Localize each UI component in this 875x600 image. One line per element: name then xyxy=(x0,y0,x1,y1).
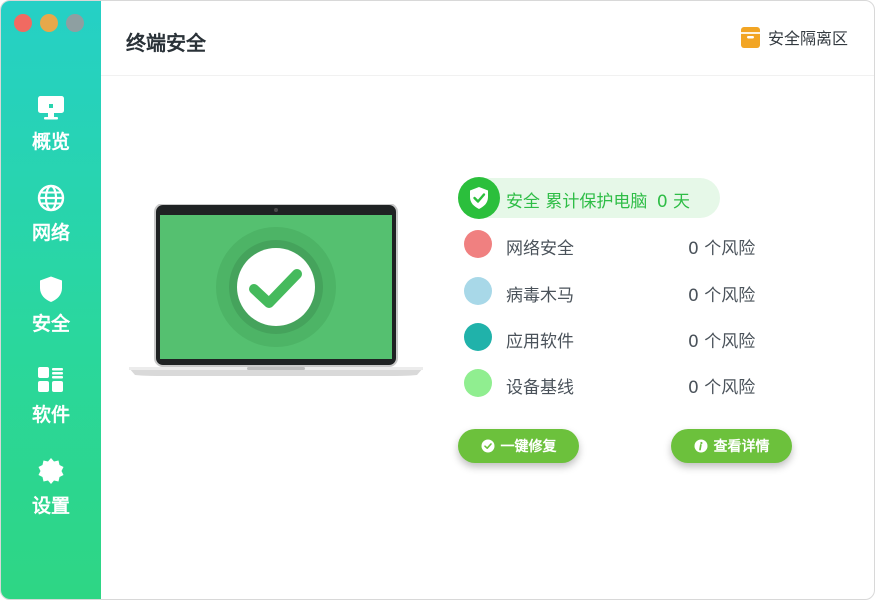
shield-check-icon xyxy=(470,187,488,209)
sidebar-item-label: 概览 xyxy=(31,131,70,153)
status-badge xyxy=(458,177,500,219)
view-details-label: 查看详情 xyxy=(713,439,770,455)
risk-count: 0 个风险 xyxy=(688,286,756,306)
sidebar: 概览 网络 安全 软件 设置 xyxy=(1,1,101,599)
one-click-fix-button[interactable]: 一键修复 xyxy=(458,429,579,463)
sidebar-item-label: 网络 xyxy=(31,222,70,244)
risk-label: 病毒木马 xyxy=(506,286,574,306)
window-controls xyxy=(14,14,84,32)
risk-item-software: 应用软件 0 个风险 xyxy=(464,323,784,353)
status-days: 0 天 xyxy=(656,192,691,212)
risk-label: 网络安全 xyxy=(506,239,574,259)
laptop-illustration xyxy=(129,204,423,376)
monitor-icon xyxy=(38,96,64,120)
risk-dot xyxy=(464,230,492,258)
gear-icon xyxy=(38,458,64,484)
risk-count: 0 个风险 xyxy=(688,239,756,259)
risk-dot xyxy=(464,323,492,351)
one-click-fix-label: 一键修复 xyxy=(500,439,557,455)
box-icon xyxy=(740,26,760,48)
protection-status: 安全 累计保护电脑 0 天 xyxy=(458,177,720,219)
risk-item-virus: 病毒木马 0 个风险 xyxy=(464,277,784,307)
minimize-window-button[interactable] xyxy=(40,14,58,32)
sidebar-item-label: 软件 xyxy=(31,404,70,426)
sidebar-nav: 概览 网络 安全 软件 设置 xyxy=(1,93,101,548)
risk-count: 0 个风险 xyxy=(688,332,756,352)
risk-item-network: 网络安全 0 个风险 xyxy=(464,230,784,260)
globe-icon xyxy=(37,184,65,212)
sidebar-item-overview[interactable]: 概览 xyxy=(1,93,101,184)
maximize-window-button[interactable] xyxy=(66,14,84,32)
sidebar-item-settings[interactable]: 设置 xyxy=(1,457,101,548)
risk-dot xyxy=(464,277,492,305)
apps-icon xyxy=(38,367,63,392)
sidebar-item-network[interactable]: 网络 xyxy=(1,184,101,275)
view-details-button[interactable]: 查看详情 xyxy=(671,429,792,463)
sidebar-item-label: 设置 xyxy=(31,495,70,517)
status-protect-text: 累计保护电脑 xyxy=(545,192,648,212)
info-icon xyxy=(694,439,707,453)
quarantine-label: 安全隔离区 xyxy=(767,29,848,48)
check-circle-icon xyxy=(481,439,494,453)
risk-label: 设备基线 xyxy=(506,378,574,398)
check-badge xyxy=(237,248,315,326)
app-window: 概览 网络 安全 软件 设置 终端安全 安全隔离区 安全 累计保护电脑 0 天 … xyxy=(0,0,875,600)
header: 终端安全 安全隔离区 xyxy=(101,1,874,76)
risk-dot xyxy=(464,369,492,397)
status-state: 安全 xyxy=(506,192,540,212)
risk-count: 0 个风险 xyxy=(688,378,756,398)
status-text: 安全 累计保护电脑 0 天 xyxy=(506,187,690,212)
sidebar-item-software[interactable]: 软件 xyxy=(1,366,101,457)
risk-item-baseline: 设备基线 0 个风险 xyxy=(464,369,784,399)
sidebar-item-security[interactable]: 安全 xyxy=(1,275,101,366)
risk-label: 应用软件 xyxy=(506,332,574,352)
sidebar-item-label: 安全 xyxy=(31,313,70,335)
close-window-button[interactable] xyxy=(14,14,32,32)
shield-icon xyxy=(40,276,62,302)
page-title: 终端安全 xyxy=(126,31,206,55)
quarantine-button[interactable]: 安全隔离区 xyxy=(740,25,848,49)
